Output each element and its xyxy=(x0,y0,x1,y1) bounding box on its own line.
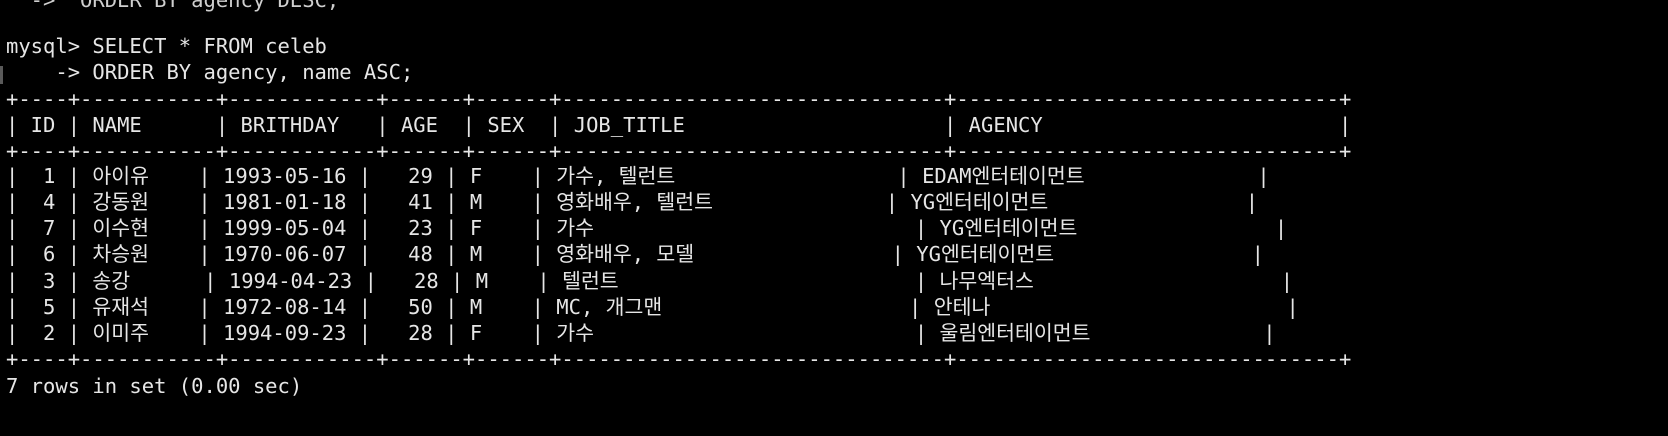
table-border-bottom: +----+-----------+------------+------+--… xyxy=(6,347,1352,371)
previous-output-line: -> ORDER BY agency DESC; xyxy=(6,0,340,12)
table-header: | ID | NAME | BRITHDAY | AGE | SEX | JOB… xyxy=(6,113,1352,137)
table-row: | 2 | 이미주 | 1994-09-23 | 28 | F | 가수 | 울… xyxy=(6,321,1276,345)
result-footer: 7 rows in set (0.00 sec) xyxy=(6,374,303,398)
table-row: | 5 | 유재석 | 1972-08-14 | 50 | M | MC, 개그… xyxy=(6,295,1299,319)
terminal-window[interactable]: -> ORDER BY agency DESC; mysql> SELECT *… xyxy=(0,0,1668,436)
table-border-header: +----+-----------+------------+------+--… xyxy=(6,139,1352,163)
continuation-line: -> ORDER BY agency, name ASC; xyxy=(6,60,414,84)
mysql-prompt-line: mysql> SELECT * FROM celeb xyxy=(6,34,327,58)
table-border-top: +----+-----------+------------+------+--… xyxy=(6,87,1352,111)
table-row: | 4 | 강동원 | 1981-01-18 | 41 | M | 영화배우, … xyxy=(6,190,1259,214)
table-row: | 7 | 이수현 | 1999-05-04 | 23 | F | 가수 | Y… xyxy=(6,216,1288,240)
table-row: | 1 | 아이유 | 1993-05-16 | 29 | F | 가수, 텔런… xyxy=(6,164,1270,188)
table-row: | 6 | 차승원 | 1970-06-07 | 48 | M | 영화배우, … xyxy=(6,242,1264,266)
table-row: | 3 | 송강 | 1994-04-23 | 28 | M | 텔런트 | 나… xyxy=(6,269,1294,293)
scroll-marker xyxy=(0,66,3,84)
